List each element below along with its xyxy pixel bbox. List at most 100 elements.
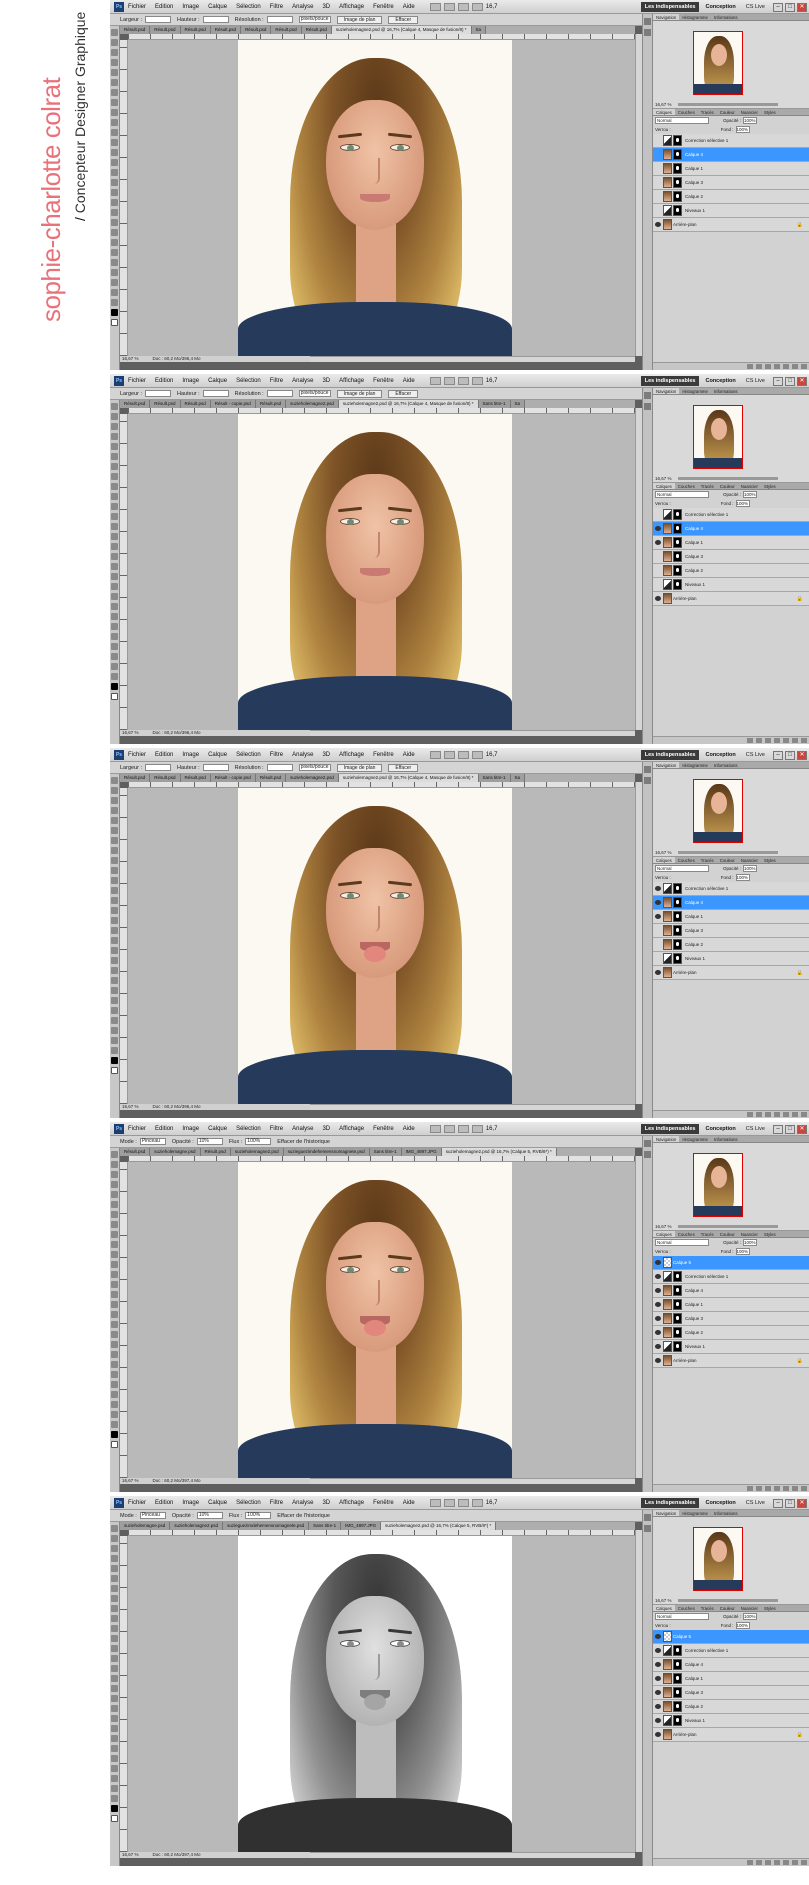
layer-action-icon[interactable] [783,1486,789,1491]
tool-icon[interactable] [111,867,118,874]
background-color-swatch[interactable] [111,1441,118,1448]
panel-toggle-icon[interactable] [644,1140,651,1147]
layer-action-icon[interactable] [801,1486,807,1491]
layer-mask-thumbnail[interactable] [673,1715,682,1726]
status-zoom[interactable]: 16,67 % [122,356,139,361]
tool-icon[interactable] [111,1251,118,1258]
document-tab[interactable]: suzieholemagne2.psd [286,400,339,408]
menu-item[interactable]: Affichage [339,752,364,758]
layer-row[interactable]: Calque 3 [653,176,809,190]
tool-icon[interactable] [111,573,118,580]
navigator-zoom-value[interactable]: 16,67 % [655,1224,672,1229]
document-tab[interactable]: Résult.psd [120,400,151,408]
tool-icon[interactable] [111,967,118,974]
menu-item[interactable]: Fenêtre [373,1500,394,1506]
zoom-level[interactable]: 16,7 [486,1126,498,1132]
menu-item[interactable]: Fichier [128,752,146,758]
layer-action-icon[interactable] [747,1112,753,1117]
visibility-eye-icon[interactable] [655,138,661,143]
app-bar-icon[interactable] [457,750,469,759]
layer-action-icon[interactable] [783,738,789,743]
document-tab[interactable]: Résult.psd [150,774,181,782]
vertical-scrollbar[interactable] [635,1156,642,1478]
tool-icon[interactable] [111,219,118,226]
layer-action-icon[interactable] [801,364,807,369]
panel-tab[interactable]: Tracés [698,1231,717,1237]
document-tab[interactable]: suzieholemagne2.psd @ 16,7% (Calque 5, R… [441,1148,557,1156]
opacity-input[interactable]: 10% [196,1138,223,1145]
resolution-input[interactable] [266,16,293,23]
layer-mask-thumbnail[interactable] [673,523,682,534]
panel-tab[interactable]: Nuancier [738,483,761,489]
navigator-zoom-value[interactable]: 16,67 % [655,1598,672,1603]
layer-action-icon[interactable] [792,1112,798,1117]
tool-icon[interactable] [111,1221,118,1228]
tool-icon[interactable] [111,1271,118,1278]
layer-action-icon[interactable] [792,364,798,369]
minimize-icon[interactable]: – [773,750,783,760]
panel-tab[interactable]: Calques [653,109,675,115]
menu-item[interactable]: Edition [155,378,173,384]
status-zoom[interactable]: 16,67 % [122,730,139,735]
tool-icon[interactable] [111,787,118,794]
tool-icon[interactable] [111,139,118,146]
workspace-design-button[interactable]: Conception [705,4,735,10]
visibility-eye-icon[interactable] [655,152,661,157]
menu-item[interactable]: Edition [155,752,173,758]
document-tab[interactable]: Sa [510,774,526,782]
menu-item[interactable]: Fenêtre [373,378,394,384]
app-bar-icon[interactable] [429,376,441,385]
layer-row[interactable]: Calque 1 [653,1298,809,1312]
panel-tab[interactable]: Informations [711,14,741,20]
layer-row[interactable]: Calque 3 [653,1686,809,1700]
resolution-input[interactable] [266,764,293,771]
layer-row[interactable]: Calque 3 [653,1312,809,1326]
tool-icon[interactable] [111,1775,118,1782]
menu-item[interactable]: Aide [403,1500,415,1506]
menu-item[interactable]: Affichage [339,1126,364,1132]
tool-icon[interactable] [111,1525,118,1532]
menu-item[interactable]: Calque [208,1126,227,1132]
visibility-eye-icon[interactable] [655,928,661,933]
tool-icon[interactable] [111,1047,118,1054]
menu-item[interactable]: Calque [208,378,227,384]
width-input[interactable] [145,764,172,771]
menu-item[interactable]: Calque [208,4,227,10]
layer-mask-thumbnail[interactable] [673,565,682,576]
layer-mask-thumbnail[interactable] [673,883,682,894]
app-bar-icon[interactable] [471,1498,483,1507]
panel-tab[interactable]: Couches [675,483,698,489]
document-tab[interactable]: Résult.psd [241,26,272,34]
layer-row[interactable]: Arrière-plan 🔒 [653,1728,809,1742]
tool-icon[interactable] [111,279,118,286]
menu-item[interactable]: Edition [155,1500,173,1506]
tool-icon[interactable] [111,503,118,510]
blend-mode-select[interactable]: Normal [655,491,709,498]
layer-action-icon[interactable] [792,1486,798,1491]
layer-action-icon[interactable] [747,738,753,743]
document-tab[interactable]: Résult.psd [150,26,181,34]
tool-icon[interactable] [111,1735,118,1742]
navigator-zoom-value[interactable]: 16,67 % [655,102,672,107]
tool-icon[interactable] [111,1241,118,1248]
layer-row[interactable]: Correction sélective 1 [653,134,809,148]
background-color-swatch[interactable] [111,693,118,700]
layer-mask-thumbnail[interactable] [673,135,682,146]
tool-icon[interactable] [111,1017,118,1024]
tool-icon[interactable] [111,1755,118,1762]
tool-icon[interactable] [111,797,118,804]
tool-icon[interactable] [111,817,118,824]
navigator-zoom-slider[interactable] [677,1599,778,1603]
menu-item[interactable]: Sélection [236,1500,261,1506]
menu-item[interactable]: Fichier [128,1500,146,1506]
layer-row[interactable]: Niveaux 1 [653,204,809,218]
tool-icon[interactable] [111,563,118,570]
menu-item[interactable]: 3D [322,752,330,758]
panel-tab[interactable]: Couleur [717,1231,738,1237]
menu-item[interactable]: Filtre [270,378,283,384]
document-tab[interactable]: Résult.psd [255,774,287,782]
tool-icon[interactable] [111,877,118,884]
brush-mode-select[interactable]: Pinceau [139,1512,166,1519]
tool-icon[interactable] [111,1715,118,1722]
navigator-zoom-slider[interactable] [677,477,778,481]
